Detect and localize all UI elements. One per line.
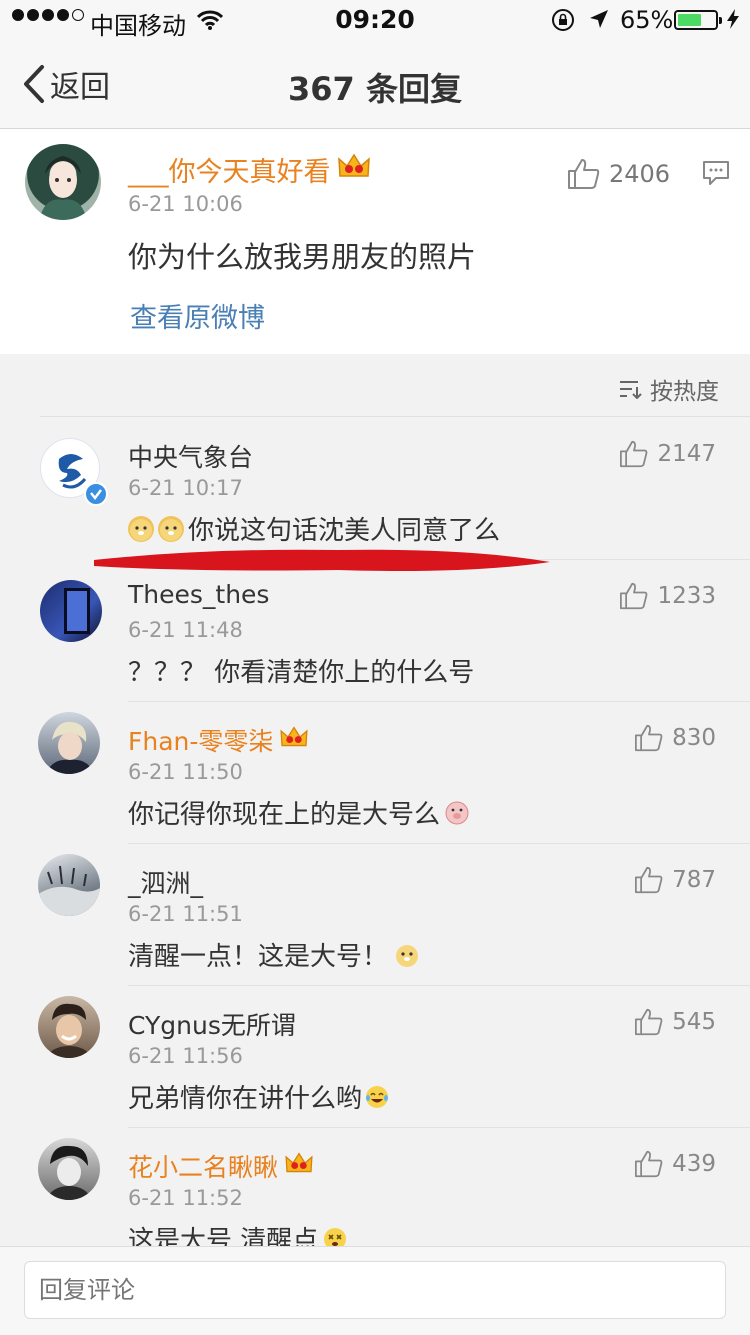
comment-username[interactable]: Fhan-零零柒: [128, 722, 309, 758]
thumbs-up-icon: [635, 1150, 663, 1178]
comment-text-body: 清醒一点！这是大号！: [128, 942, 389, 972]
username: ___你今天真好看: [128, 157, 331, 188]
original-comment-time: 6-21 10:06: [128, 192, 243, 216]
comment-time: 6-21 11:50: [128, 760, 243, 784]
comment-username[interactable]: CYgnus无所谓: [128, 1006, 296, 1042]
avatar[interactable]: [38, 1138, 100, 1200]
comment-text: 你记得你现在上的是大号么: [128, 794, 470, 831]
like-count: 787: [672, 867, 716, 893]
like-button[interactable]: 1233: [619, 582, 716, 610]
thumbs-up-icon: [635, 1008, 663, 1036]
status-bar: 中国移动 09:20 65%: [0, 0, 750, 40]
comment-text-body: 兄弟情你在讲什么哟: [128, 1084, 363, 1114]
list-item: _泗洲_ 6-21 11:51 清醒一点！这是大号！ 787: [0, 844, 750, 986]
comment-text-body: 你记得你现在上的是大号么: [128, 800, 441, 830]
like-count: 1233: [657, 583, 716, 609]
thumbs-up-icon: [568, 159, 600, 189]
like-button[interactable]: 787: [634, 866, 716, 894]
doge-emoji-icon: [128, 515, 154, 542]
comment-text: 清醒一点！这是大号！: [128, 936, 420, 973]
comment-text: 兄弟情你在讲什么哟: [128, 1078, 390, 1115]
comment-username[interactable]: 中央气象台: [128, 438, 253, 474]
laughing-tears-emoji-icon: [364, 1084, 390, 1110]
original-comment-text: 你为什么放我男朋友的照片: [128, 240, 477, 274]
like-button[interactable]: 2406: [567, 158, 670, 190]
thumbs-up-icon: [635, 724, 663, 752]
reply-comment-icon[interactable]: [702, 160, 730, 190]
comment-time: 6-21 11:51: [128, 902, 243, 926]
thumbs-up-icon: [620, 582, 648, 610]
like-button[interactable]: 2147: [619, 440, 716, 468]
vip-crown-icon: [279, 725, 309, 755]
comment-time: 6-21 10:17: [128, 476, 243, 500]
navigation-bar: 返回 367 条回复: [0, 40, 750, 129]
battery-level: [678, 14, 701, 26]
view-original-weibo-link[interactable]: 查看原微博: [130, 296, 265, 335]
username: Fhan-零零柒: [128, 727, 274, 756]
charging-bolt-icon: [726, 8, 740, 36]
comment-time: 6-21 11:56: [128, 1044, 243, 1068]
verified-badge-icon: [84, 482, 108, 506]
like-count: 2406: [609, 160, 671, 188]
avatar[interactable]: [38, 854, 100, 916]
reply-comment-input[interactable]: [24, 1261, 726, 1319]
sort-icon: [620, 381, 642, 399]
like-count: 545: [672, 1009, 716, 1035]
thumbs-up-icon: [635, 866, 663, 894]
list-item: 中央气象台 6-21 10:17 你说这句话沈美人同意了么 2147: [0, 418, 750, 560]
comment-time: 6-21 11:48: [128, 618, 243, 642]
list-item: CYgnus无所谓 6-21 11:56 兄弟情你在讲什么哟 545: [0, 986, 750, 1128]
vip-crown-icon: [337, 152, 371, 187]
list-item: Fhan-零零柒 6-21 11:50 你记得你现在上的是大号么 830: [0, 702, 750, 844]
avatar[interactable]: [38, 996, 100, 1058]
original-comment-username[interactable]: ___你今天真好看: [128, 150, 371, 189]
like-count: 2147: [657, 441, 716, 467]
sort-by-hot-button[interactable]: 按热度: [618, 372, 719, 406]
like-count: 830: [672, 725, 716, 751]
like-count: 439: [672, 1151, 716, 1177]
battery-percent: 65%: [620, 6, 674, 34]
comment-time: 6-21 11:52: [128, 1186, 243, 1210]
thumbs-up-icon: [620, 440, 648, 468]
doge-emoji-icon: [158, 515, 184, 542]
list-item: Thees_thes 6-21 11:48 ？？？ 你看清楚你上的什么号 123…: [0, 560, 750, 702]
rotation-lock-icon: [551, 8, 575, 38]
avatar[interactable]: [38, 712, 100, 774]
location-arrow-icon: [588, 8, 610, 36]
pig-emoji-icon: [444, 800, 470, 826]
comment-text: ？？？ 你看清楚你上的什么号: [128, 658, 475, 688]
vip-crown-icon: [284, 1151, 314, 1181]
avatar[interactable]: [25, 144, 101, 220]
divider: [40, 416, 750, 417]
username: 花小二名瞅瞅: [128, 1153, 279, 1182]
sort-label: 按热度: [650, 379, 719, 405]
like-button[interactable]: 439: [634, 1150, 716, 1178]
doge-emoji-icon: [394, 942, 420, 968]
comment-username[interactable]: _泗洲_: [128, 864, 203, 900]
comment-username[interactable]: 花小二名瞅瞅: [128, 1148, 314, 1184]
like-button[interactable]: 545: [634, 1008, 716, 1036]
reply-bar: [0, 1246, 750, 1335]
page-title: 367 条回复: [288, 70, 462, 108]
comment-username[interactable]: Thees_thes: [128, 580, 269, 609]
like-button[interactable]: 830: [634, 724, 716, 752]
avatar[interactable]: [40, 580, 102, 642]
battery-icon: [674, 10, 722, 30]
